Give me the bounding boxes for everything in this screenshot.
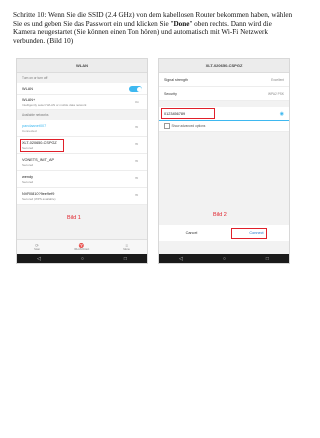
wlan-toggle-row[interactable]: WLAN (17, 83, 147, 95)
password-field[interactable]: 0123456789 ◉ (159, 107, 289, 121)
wlanplus-sub: Intelligently select WLAN or mobile data… (22, 103, 87, 107)
wlan-screen: WLAN Turn on or turn off WLAN WLAN+ Inte… (16, 58, 148, 264)
network-name: VONETS_INIT_AP (22, 158, 55, 162)
network-detail-screen: XLT-020650-CSPGZ Signal strength Excelle… (158, 58, 290, 264)
highlight-box (161, 108, 215, 119)
network-status: Secured (22, 180, 34, 184)
advanced-options-row[interactable]: Show advanced options (159, 121, 289, 132)
system-nav-bar: ◁ ○ □ (159, 254, 289, 263)
wlanplus-state: On (134, 100, 139, 104)
signal-label: Signal strength (164, 77, 188, 82)
home-icon[interactable]: ○ (81, 256, 84, 262)
show-password-icon[interactable]: ◉ (280, 111, 284, 117)
wlan-direct-label: WLAN Direct (74, 248, 90, 251)
dialog-buttons: Cancel Connect (159, 225, 289, 241)
section-toggle: Turn on or turn off (17, 73, 147, 83)
wlanplus-label: WLAN+ (22, 98, 36, 102)
home-icon[interactable]: ○ (223, 256, 226, 262)
network-item[interactable]: wendy Secured ≈ (17, 171, 147, 188)
network-status: Connected (22, 129, 37, 133)
caption-bild-2: Bild 2 (213, 212, 227, 218)
recents-icon[interactable]: □ (266, 256, 269, 262)
network-item[interactable]: VONETS_INIT_AP Secured ≈ (17, 154, 147, 171)
menu-label: Menu (123, 248, 130, 251)
network-name: NVR0810?9ee9ef9 (22, 192, 55, 196)
network-name: wendy (22, 175, 33, 179)
wlan-direct-button[interactable]: ♈ WLAN Direct (74, 243, 89, 251)
security-label: Security (164, 91, 177, 96)
scan-label: Scan (34, 248, 41, 251)
network-detail-title: XLT-020650-CSPGZ (159, 59, 289, 73)
security-value: WPA2 PSK (267, 91, 284, 96)
caption-bild-1: Bild 1 (67, 215, 81, 221)
network-item[interactable]: NVR0810?9ee9ef9 Secured (WPS available) … (17, 188, 147, 205)
highlight-box (231, 228, 267, 239)
system-nav-bar: ◁ ○ □ (17, 254, 147, 263)
bottom-action-bar: ⟳ Scan ♈ WLAN Direct ≡ Menu (17, 239, 147, 254)
wifi-icon: ≈ (135, 159, 139, 165)
instruction-text: Schritte 10: Wenn Sie die SSID (2.4 GHz)… (13, 11, 295, 45)
wlanplus-row[interactable]: WLAN+ Intelligently select WLAN or mobil… (17, 95, 147, 110)
advanced-options-checkbox[interactable] (164, 123, 170, 129)
network-status: Secured (22, 163, 34, 167)
menu-button[interactable]: ≡ Menu (123, 243, 130, 251)
section-networks: Available networks (17, 110, 147, 120)
network-status: Secured (WPS available) (22, 197, 56, 201)
advanced-options-label: Show advanced options (171, 124, 206, 128)
signal-row: Signal strength Excellent (159, 73, 289, 87)
recents-icon[interactable]: □ (124, 256, 127, 262)
back-icon[interactable]: ◁ (37, 256, 41, 262)
wifi-icon: ≈ (135, 176, 139, 182)
wifi-icon: ≈ (135, 142, 139, 148)
network-name: pandaanet007 (22, 124, 47, 128)
network-item[interactable]: pandaanet007 Connected ≈ (17, 120, 147, 137)
back-icon[interactable]: ◁ (179, 256, 183, 262)
wlan-toggle-switch[interactable] (129, 86, 142, 92)
highlight-box (20, 139, 64, 152)
instruction-done: Done (173, 19, 190, 28)
scan-button[interactable]: ⟳ Scan (34, 243, 40, 251)
signal-value: Excellent (271, 77, 284, 82)
wifi-icon: ≈ (135, 193, 139, 199)
wlan-label: WLAN (22, 87, 33, 91)
wlan-title: WLAN (17, 59, 147, 73)
wifi-icon: ≈ (135, 125, 139, 131)
cancel-button[interactable]: Cancel (159, 225, 224, 241)
security-row: Security WPA2 PSK (159, 87, 289, 101)
network-item[interactable]: XLT-020650-CSPGZ Secured ≈ (17, 137, 147, 154)
